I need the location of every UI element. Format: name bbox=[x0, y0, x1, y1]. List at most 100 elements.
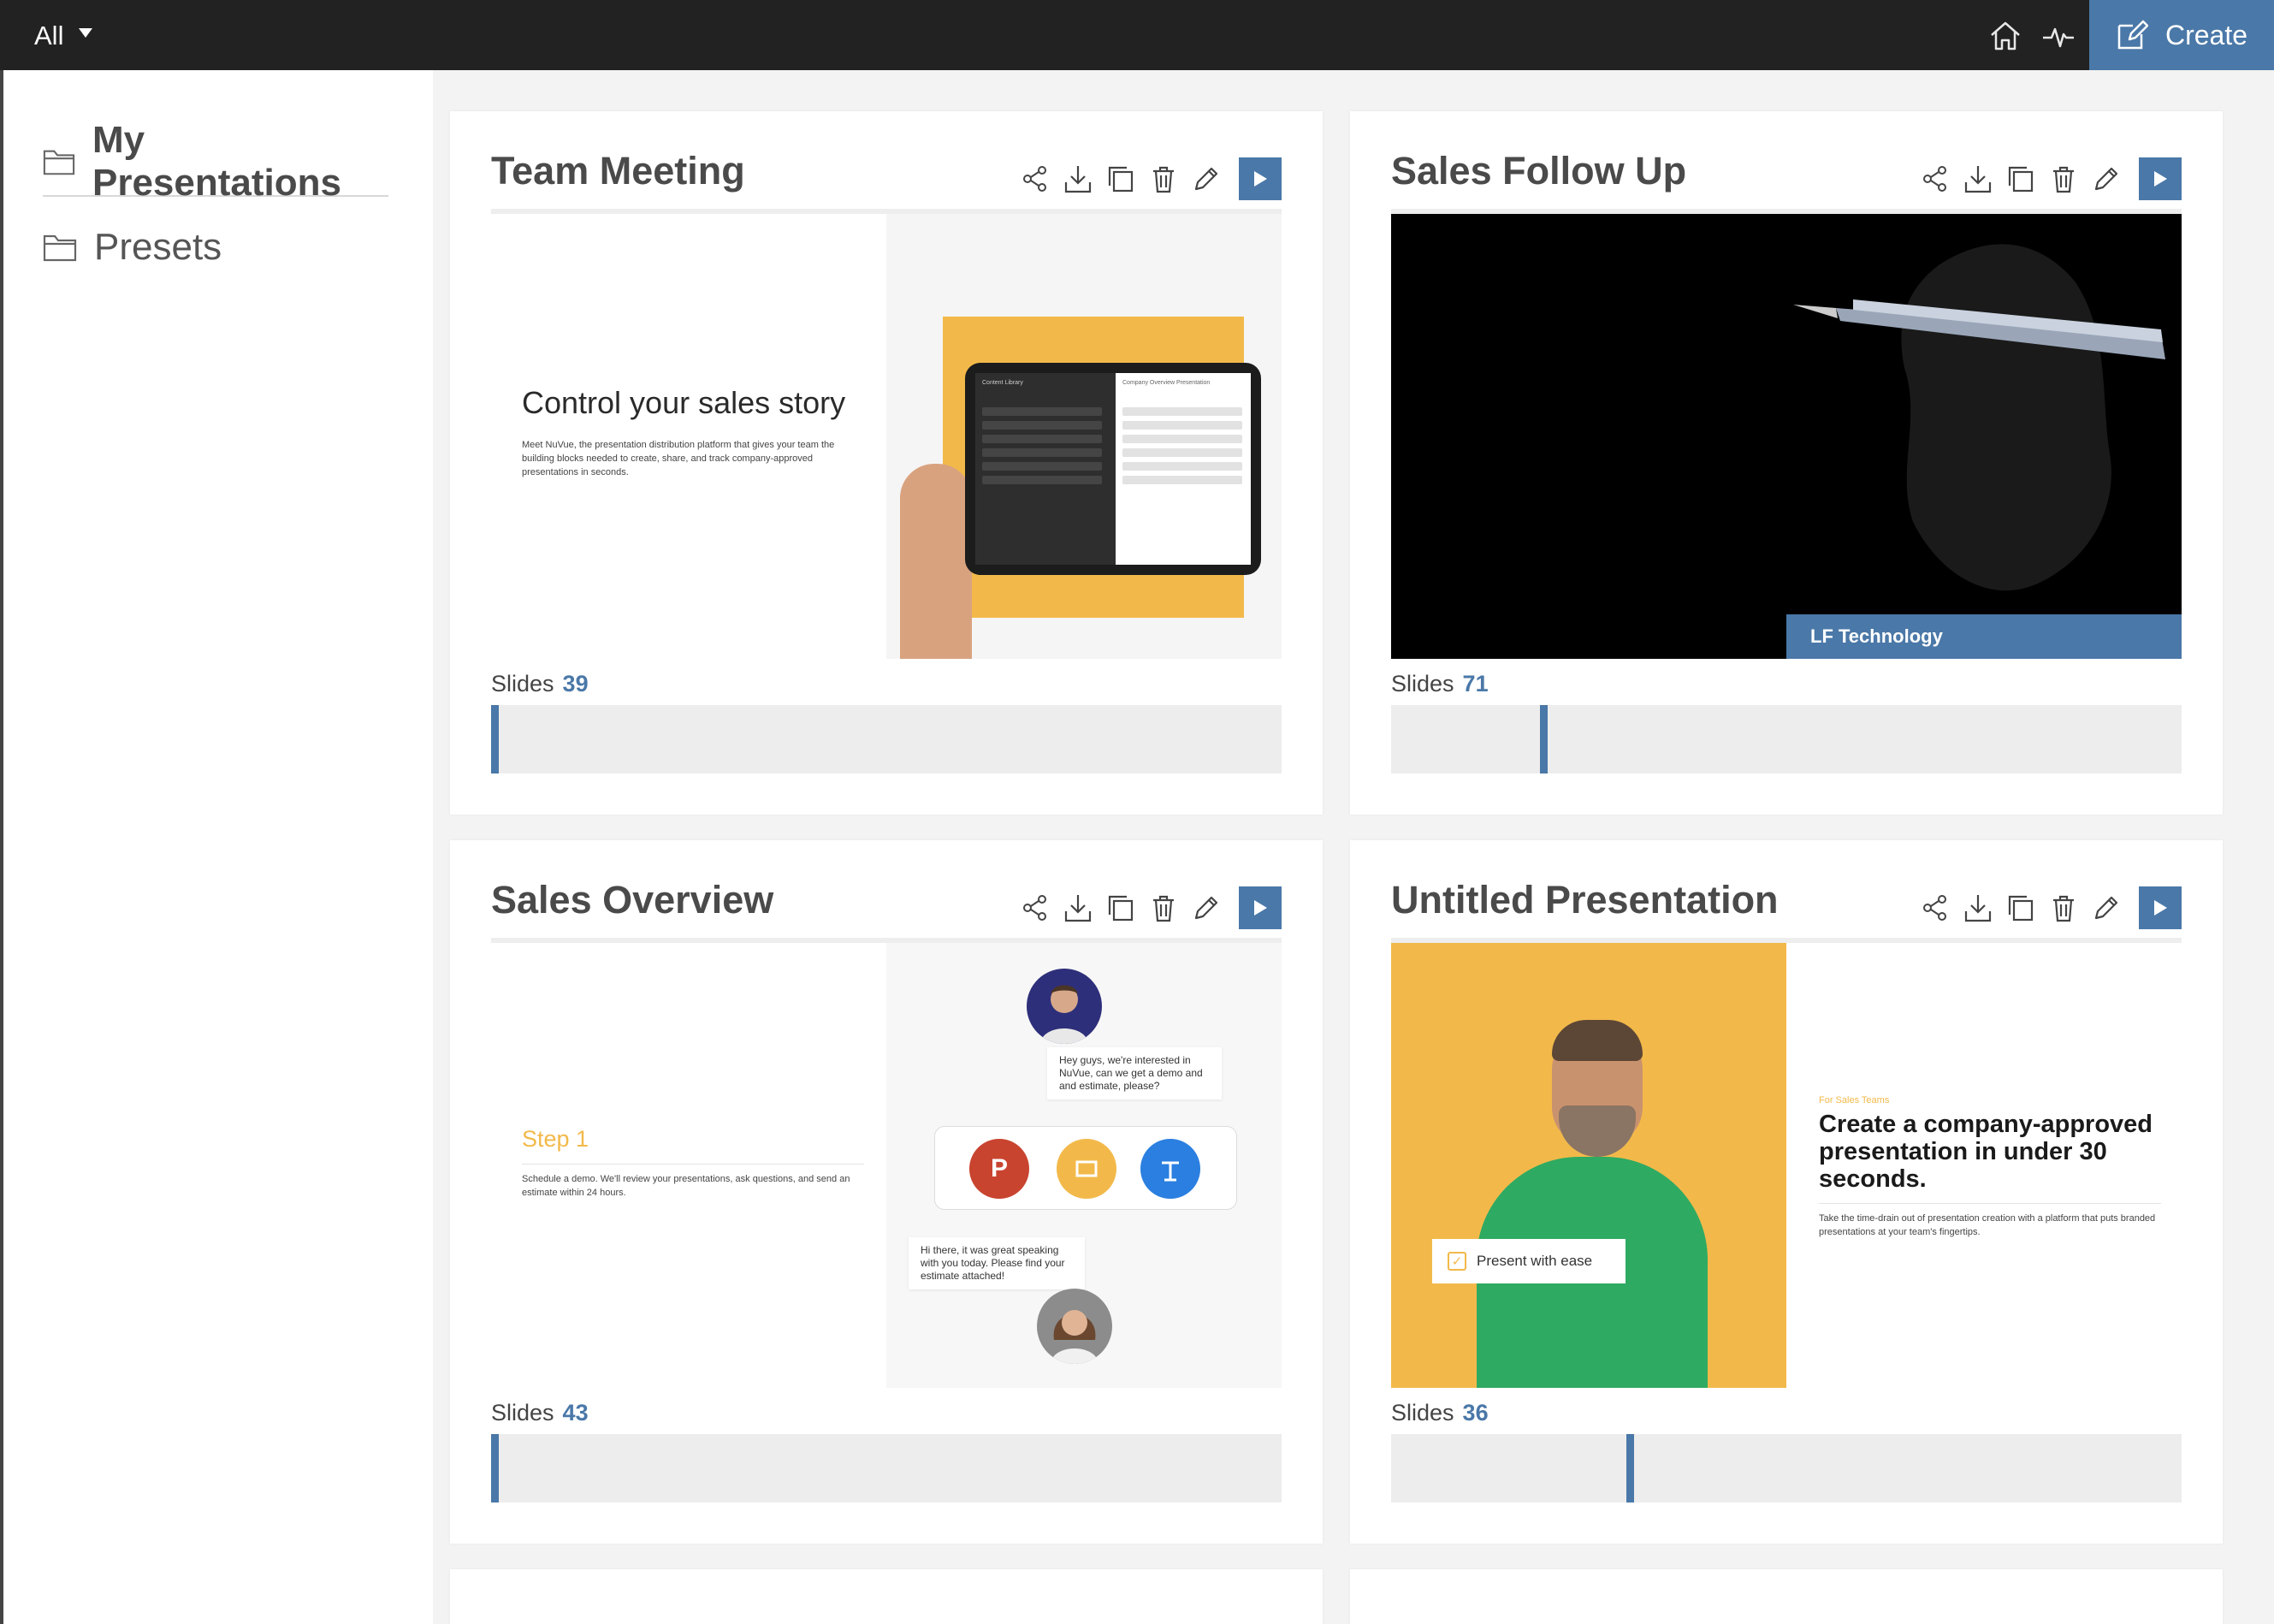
share-icon[interactable] bbox=[1018, 162, 1052, 196]
pen-hand-image bbox=[1793, 244, 2165, 591]
slide-thumbnail[interactable]: Step 1 Schedule a demo. We'll review you… bbox=[491, 943, 1282, 1388]
left-edge bbox=[0, 70, 3, 1624]
play-icon bbox=[1254, 900, 1267, 916]
play-button[interactable] bbox=[2139, 886, 2182, 929]
card-title: Team Meeting bbox=[491, 149, 745, 193]
share-icon[interactable] bbox=[1918, 162, 1952, 196]
thumbnail-image-panel: Hey guys, we're interested in NuVue, can… bbox=[886, 943, 1282, 1388]
sidebar-item-label: Presets bbox=[94, 226, 222, 268]
copy-icon[interactable] bbox=[1104, 891, 1138, 925]
scrubber-marker[interactable] bbox=[491, 1434, 499, 1502]
slide-scrubber[interactable] bbox=[491, 1434, 1282, 1502]
delete-icon[interactable] bbox=[2046, 891, 2081, 925]
edit-icon[interactable] bbox=[1189, 162, 1223, 196]
thumbnail-tag-label: Present with ease bbox=[1477, 1253, 1593, 1269]
play-button[interactable] bbox=[2139, 157, 2182, 200]
scrubber-marker[interactable] bbox=[491, 705, 499, 773]
share-icon[interactable] bbox=[1018, 891, 1052, 925]
presentation-card: Untitled Presentation ✓ Present with eas… bbox=[1350, 840, 2223, 1544]
delete-icon[interactable] bbox=[1146, 162, 1181, 196]
presentation-card-partial bbox=[450, 1569, 1323, 1624]
create-button[interactable]: Create bbox=[2089, 0, 2274, 70]
slides-label: Slides bbox=[1391, 671, 1454, 696]
slide-scrubber[interactable] bbox=[1391, 1434, 2182, 1502]
delete-icon[interactable] bbox=[2046, 162, 2081, 196]
sidebar-item-label: My Presentations bbox=[92, 119, 341, 204]
slides-count: Slides 71 bbox=[1391, 671, 1489, 697]
slides-count: Slides 36 bbox=[1391, 1400, 1489, 1426]
play-icon bbox=[2154, 171, 2167, 187]
play-icon bbox=[2154, 900, 2167, 916]
download-icon[interactable] bbox=[1961, 162, 1995, 196]
sidebar-item-presets[interactable]: Presets bbox=[43, 209, 388, 286]
slides-count: Slides 43 bbox=[491, 1400, 589, 1426]
delete-icon[interactable] bbox=[1146, 891, 1181, 925]
card-title: Sales Follow Up bbox=[1391, 149, 1687, 193]
tablet-left-pane: Content Library bbox=[975, 373, 1116, 565]
thumbnail-headline: Control your sales story bbox=[522, 385, 846, 420]
copy-icon[interactable] bbox=[2004, 162, 2038, 196]
edit-icon[interactable] bbox=[2089, 891, 2123, 925]
home-icon[interactable] bbox=[1987, 17, 2024, 55]
thumbnail-heading: Step 1 bbox=[522, 1126, 589, 1152]
presentation-card-partial bbox=[1350, 1569, 2223, 1624]
thumbnail-body: Schedule a demo. We'll review your prese… bbox=[522, 1174, 850, 1198]
scrubber-marker[interactable] bbox=[1540, 705, 1548, 773]
download-icon[interactable] bbox=[1961, 891, 1995, 925]
powerpoint-icon: P bbox=[969, 1139, 1029, 1199]
filter-dropdown[interactable]: All bbox=[34, 19, 93, 53]
tablet-left-title: Content Library bbox=[982, 380, 1023, 386]
folder-icon bbox=[43, 150, 75, 175]
slides-value: 36 bbox=[1462, 1400, 1489, 1425]
keynote-icon bbox=[1140, 1139, 1200, 1199]
chat-bubble: Hey guys, we're interested in NuVue, can… bbox=[1047, 1047, 1222, 1099]
tablet-image: Content Library Company Overview Present… bbox=[965, 363, 1261, 575]
slides-value: 71 bbox=[1462, 671, 1489, 696]
share-icon[interactable] bbox=[1918, 891, 1952, 925]
slide-thumbnail[interactable]: Control your sales story Meet NuVue, the… bbox=[491, 214, 1282, 659]
play-icon bbox=[1254, 171, 1267, 187]
scrubber-marker[interactable] bbox=[1626, 1434, 1634, 1502]
play-button[interactable] bbox=[1239, 157, 1282, 200]
thumbnail-tag: ✓ Present with ease bbox=[1432, 1239, 1626, 1283]
slide-thumbnail[interactable]: ✓ Present with ease For Sales Teams Crea… bbox=[1391, 943, 2182, 1388]
checkbox-icon: ✓ bbox=[1448, 1252, 1466, 1271]
thumbnail-image-panel: Content Library Company Overview Present… bbox=[886, 214, 1282, 659]
slides-label: Slides bbox=[491, 1400, 554, 1425]
card-title: Sales Overview bbox=[491, 878, 774, 922]
slides-value: 39 bbox=[562, 671, 589, 696]
folder-icon bbox=[43, 234, 77, 262]
slide-scrubber[interactable] bbox=[491, 705, 1282, 773]
edit-icon[interactable] bbox=[2089, 162, 2123, 196]
chat-bubble: Hi there, it was great speaking with you… bbox=[909, 1237, 1085, 1289]
thumbnail-headline: Create a company-approved presentation i… bbox=[1819, 1111, 2153, 1193]
sidebar: My Presentations Presets bbox=[43, 119, 388, 286]
thumbnail-text-panel: Step 1 Schedule a demo. We'll review you… bbox=[491, 943, 886, 1388]
download-icon[interactable] bbox=[1061, 162, 1095, 196]
slides-count: Slides 39 bbox=[491, 671, 589, 697]
tablet-right-pane: Company Overview Presentation bbox=[1116, 373, 1251, 565]
thumbnail-text-panel: Control your sales story Meet NuVue, the… bbox=[491, 214, 886, 659]
avatar bbox=[1037, 1289, 1112, 1364]
avatar bbox=[1027, 969, 1102, 1044]
edit-icon[interactable] bbox=[1189, 891, 1223, 925]
sidebar-item-my-presentations[interactable]: My Presentations bbox=[43, 119, 388, 204]
slide-scrubber[interactable] bbox=[1391, 705, 2182, 773]
edit-icon bbox=[2117, 20, 2148, 50]
presentation-card: Team Meeting Control your sales story Me… bbox=[450, 111, 1323, 815]
top-bar: All Create bbox=[0, 0, 2274, 70]
play-button[interactable] bbox=[1239, 886, 1282, 929]
activity-icon[interactable] bbox=[2040, 17, 2077, 55]
thumbnail-caption: LF Technology bbox=[1786, 614, 2182, 659]
thumbnail-image-panel: ✓ Present with ease bbox=[1391, 943, 1786, 1388]
thumbnail-body: Take the time-drain out of presentation … bbox=[1819, 1213, 2156, 1237]
card-actions bbox=[1018, 157, 1282, 200]
slides-label: Slides bbox=[491, 671, 554, 696]
download-icon[interactable] bbox=[1061, 891, 1095, 925]
tablet-right-title: Company Overview Presentation bbox=[1122, 380, 1211, 386]
slides-label: Slides bbox=[1391, 1400, 1454, 1425]
copy-icon[interactable] bbox=[1104, 162, 1138, 196]
create-label: Create bbox=[2164, 19, 2248, 50]
slide-thumbnail[interactable]: LF Technology bbox=[1391, 214, 2182, 659]
copy-icon[interactable] bbox=[2004, 891, 2038, 925]
